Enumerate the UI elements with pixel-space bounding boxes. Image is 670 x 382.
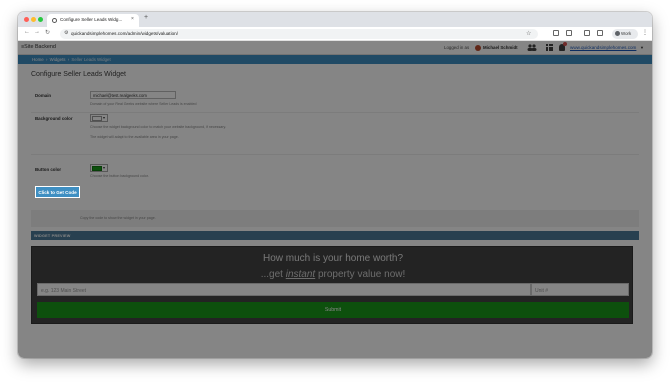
- breadcrumb: Home › Widgets › Seller Leads Widget: [18, 55, 652, 64]
- widget-preview: How much is your home worth? ...get inst…: [31, 246, 633, 324]
- unit-input[interactable]: Unit #: [531, 283, 629, 296]
- background-color-swatch: [92, 116, 102, 121]
- forward-icon[interactable]: →: [34, 29, 40, 35]
- button-color-help: Choose the button background color.: [90, 174, 149, 178]
- tab-bar: Configure Seller Leads Widg... × +: [18, 12, 652, 27]
- background-color-help: Choose the widget background color to ma…: [90, 125, 226, 129]
- breadcrumb-home[interactable]: Home: [32, 57, 44, 62]
- brand-label: Site Backend: [24, 44, 56, 50]
- tab-close-button[interactable]: ×: [131, 16, 134, 22]
- notification-badge: [563, 42, 567, 46]
- chevron-down-icon: ▾: [103, 115, 106, 120]
- main-content: Configure Seller Leads Widget Domain mic…: [18, 64, 652, 358]
- people-icon[interactable]: [527, 44, 537, 51]
- user-name-label: Michael Schmidt: [483, 45, 518, 50]
- submit-button[interactable]: Submit: [37, 302, 629, 318]
- breadcrumb-widgets[interactable]: Widgets: [50, 57, 66, 62]
- user-avatar[interactable]: [475, 45, 481, 51]
- breadcrumb-separator: ›: [66, 57, 71, 62]
- widget-sub-suffix: property value now!: [315, 269, 406, 280]
- logged-in-label: Logged in as: [444, 45, 470, 50]
- button-color-swatch: [92, 166, 102, 171]
- chevron-down-icon[interactable]: ▼: [640, 45, 644, 50]
- get-code-button[interactable]: Click to Get Code: [35, 186, 80, 198]
- apps-grid-icon[interactable]: [546, 44, 553, 51]
- site-link[interactable]: www.quickandsimplehomes.com: [570, 45, 636, 50]
- browser-toolbar: ← → ↻ ⚙ quickandsimplehomes.com/admin/wi…: [18, 27, 652, 41]
- bookmark-icon[interactable]: [597, 30, 603, 36]
- address-bar[interactable]: ⚙ quickandsimplehomes.com/admin/widgets/…: [60, 29, 538, 39]
- get-code-strip: Copy the code to show the widget in your…: [31, 210, 639, 227]
- background-color-picker[interactable]: ▾: [90, 114, 108, 122]
- breadcrumb-separator: ›: [44, 57, 49, 62]
- breadcrumb-current: Seller Leads Widget: [71, 57, 111, 62]
- button-color-picker[interactable]: ▾: [90, 164, 108, 172]
- reload-icon[interactable]: ↻: [45, 29, 50, 36]
- close-window-button[interactable]: [24, 17, 29, 22]
- url-text: quickandsimplehomes.com/admin/widgets/va…: [71, 31, 178, 36]
- get-code-help: Copy the code to show the widget in your…: [80, 216, 156, 220]
- extensions-icon[interactable]: [566, 30, 572, 36]
- user-name[interactable]: Michael Schmidt: [483, 45, 518, 50]
- new-tab-button[interactable]: +: [144, 14, 148, 21]
- puzzle-icon[interactable]: [584, 30, 590, 36]
- minimize-window-button[interactable]: [31, 17, 36, 22]
- maximize-window-button[interactable]: [38, 17, 43, 22]
- profile-chip[interactable]: Work: [612, 29, 638, 39]
- brand-title[interactable]: ≡Site Backend: [21, 44, 56, 50]
- widget-sub-prefix: ...get: [260, 269, 286, 280]
- site-info-icon[interactable]: ⚙: [64, 30, 68, 36]
- background-color-help-2: The widget will adapt to the available a…: [90, 135, 179, 139]
- domain-help: Domain of your Real Geeks website where …: [90, 102, 197, 106]
- widget-heading: How much is your home worth?: [262, 253, 404, 264]
- menu-icon[interactable]: ⋮: [642, 29, 648, 36]
- widget-preview-header: WIDGET PREVIEW: [31, 231, 639, 240]
- app-header: ≡Site Backend Logged in as Michael Schmi…: [18, 41, 652, 55]
- domain-input[interactable]: michael@test.realgeeks.com: [90, 91, 176, 99]
- download-icon[interactable]: [553, 30, 559, 36]
- button-color-row: Button color ▾ Choose the button backgro…: [31, 155, 639, 181]
- page-title: Configure Seller Leads Widget: [31, 71, 126, 78]
- profile-icon: [615, 31, 620, 36]
- browser-tab[interactable]: Configure Seller Leads Widg... ×: [47, 14, 139, 27]
- widget-sub-emphasis: instant: [285, 269, 316, 280]
- star-icon[interactable]: ☆: [526, 30, 531, 37]
- domain-label: Domain: [35, 93, 52, 98]
- back-icon[interactable]: ←: [24, 29, 30, 35]
- globe-icon: [52, 18, 57, 23]
- background-color-label: Background color: [35, 116, 73, 121]
- address-input[interactable]: e.g. 123 Main Street: [37, 283, 531, 296]
- widget-subheading: ...get instant property value now!: [32, 269, 634, 280]
- page: ≡Site Backend Logged in as Michael Schmi…: [18, 41, 652, 358]
- logged-in-text: Logged in as: [444, 45, 469, 50]
- chevron-down-icon: ▾: [103, 165, 106, 170]
- browser-window: Configure Seller Leads Widg... × + ← → ↻…: [18, 12, 652, 358]
- tab-title: Configure Seller Leads Widg...: [60, 17, 123, 22]
- domain-row: Domain michael@test.realgeeks.com Domain…: [31, 91, 639, 113]
- button-color-label: Button color: [35, 167, 62, 172]
- background-color-row: Background color ▾ Choose the widget bac…: [31, 113, 639, 155]
- profile-chip-label: Work: [621, 31, 632, 36]
